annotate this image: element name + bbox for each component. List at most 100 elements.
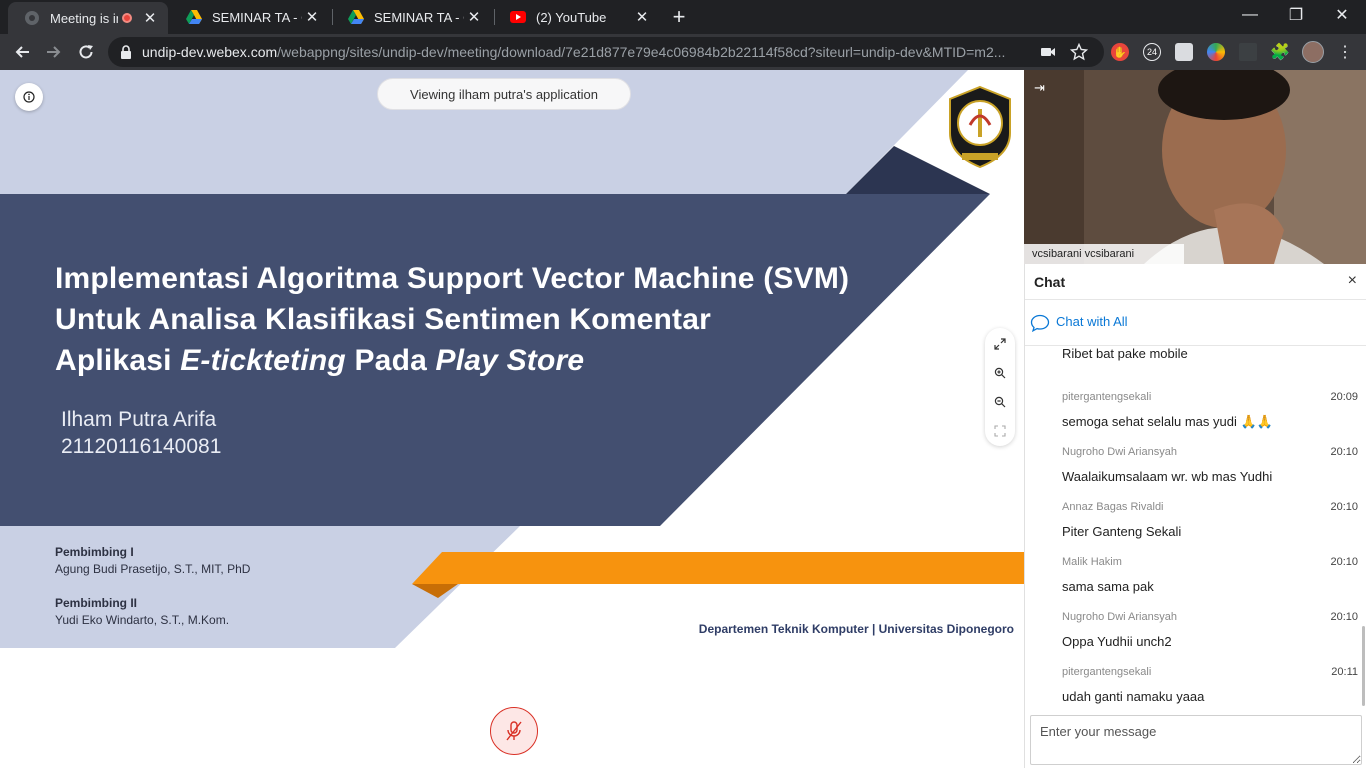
browser-tab-bar: Meeting is in p ✕ SEMINAR TA - Goo ✕ SEM… bbox=[0, 0, 1366, 34]
recording-indicator-icon bbox=[122, 13, 132, 23]
supervisor-1-name: Agung Budi Prasetijo, S.T., MIT, PhD bbox=[55, 562, 251, 576]
fit-to-screen-icon[interactable] bbox=[992, 423, 1008, 439]
message-text: udah ganti namaku yaaa bbox=[1062, 689, 1205, 704]
chat-recipient-label: Chat with All bbox=[1056, 314, 1128, 329]
close-tab-icon[interactable]: ✕ bbox=[140, 9, 160, 27]
message-text: Oppa Yudhii unch2 bbox=[1062, 634, 1172, 649]
close-window-button[interactable]: ✕ bbox=[1319, 0, 1365, 30]
message-sender: Nugroho Dwi Ariansyah bbox=[1062, 611, 1177, 623]
message-time: 20:09 bbox=[1330, 391, 1358, 403]
message-text: sama sama pak bbox=[1062, 579, 1154, 594]
close-chat-button[interactable]: × bbox=[1348, 272, 1357, 290]
webex-icon bbox=[24, 10, 40, 26]
participant-video: ⇥ vcsibarani vcsibarani bbox=[1024, 70, 1366, 264]
title-fragment: Pada bbox=[345, 344, 436, 377]
chat-title: Chat bbox=[1034, 274, 1066, 290]
arrow-left-icon bbox=[15, 46, 29, 58]
browser-toolbar: undip-dev.webex.com/webappng/sites/undip… bbox=[0, 34, 1366, 70]
zoom-controls bbox=[985, 328, 1015, 446]
chat-bubble-icon bbox=[1030, 314, 1050, 337]
video-frame bbox=[1024, 70, 1366, 264]
chat-message: Annaz Bagas Rivaldi 20:10 Piter Ganteng … bbox=[1062, 501, 1358, 539]
close-tab-icon[interactable]: ✕ bbox=[302, 8, 322, 26]
zoom-in-icon[interactable] bbox=[992, 365, 1008, 381]
tab-meeting[interactable]: Meeting is in p ✕ bbox=[8, 2, 168, 34]
shared-content-stage: Implementasi Algoritma Support Vector Ma… bbox=[0, 70, 1024, 768]
forward-button[interactable] bbox=[40, 38, 68, 66]
extension-color-icon[interactable] bbox=[1207, 43, 1225, 61]
new-tab-button[interactable]: + bbox=[668, 4, 690, 30]
message-text: Waalaikumsalaam wr. wb mas Yudhi bbox=[1062, 469, 1273, 484]
expand-view-icon[interactable] bbox=[992, 336, 1008, 352]
viewing-application-banner: Viewing ilham putra's application bbox=[377, 78, 631, 110]
chat-message: Malik Hakim 20:10 sama sama pak bbox=[1062, 556, 1358, 594]
profile-avatar[interactable] bbox=[1302, 41, 1324, 63]
message-text: semoga sehat selalu mas yudi 🙏🙏 bbox=[1062, 414, 1273, 429]
message-sender: Nugroho Dwi Ariansyah bbox=[1062, 446, 1177, 458]
chat-message: Nugroho Dwi Ariansyah 20:10 Oppa Yudhii … bbox=[1062, 611, 1358, 649]
extensions-puzzle-icon[interactable]: 🧩 bbox=[1270, 43, 1290, 61]
back-button[interactable] bbox=[8, 38, 36, 66]
google-drive-icon bbox=[348, 9, 364, 25]
department-footer: Departemen Teknik Komputer | Universitas… bbox=[698, 622, 1014, 636]
url-path: /webappng/sites/undip-dev/meeting/downlo… bbox=[277, 44, 1006, 60]
tab-title: Meeting is in p bbox=[50, 10, 118, 26]
info-icon bbox=[23, 91, 35, 103]
address-bar[interactable]: undip-dev.webex.com/webappng/sites/undip… bbox=[108, 37, 1104, 67]
menu-kebab-icon[interactable]: ⋮ bbox=[1336, 43, 1354, 61]
presentation-slide: Implementasi Algoritma Support Vector Ma… bbox=[0, 70, 1024, 648]
chat-message: Ribet bat pake mobile bbox=[1062, 346, 1358, 361]
chat-message-list: Ribet bat pake mobile pitergantengsekali… bbox=[1025, 346, 1366, 714]
tab-youtube[interactable]: (2) YouTube ✕ bbox=[494, 0, 660, 34]
extension-counter-icon[interactable]: 24 bbox=[1143, 43, 1161, 61]
tab-seminar-2[interactable]: SEMINAR TA - Goo ✕ bbox=[332, 0, 492, 34]
message-time: 20:11 bbox=[1331, 666, 1358, 678]
message-sender: pitergantengsekali bbox=[1062, 666, 1152, 678]
tab-title: (2) YouTube bbox=[536, 9, 607, 25]
google-drive-icon bbox=[186, 9, 202, 25]
chat-message: pitergantengsekali 20:09 semoga sehat se… bbox=[1062, 391, 1358, 430]
title-emphasis: Play Store bbox=[435, 344, 585, 377]
bookmark-star-icon[interactable] bbox=[1069, 42, 1089, 66]
message-time: 20:10 bbox=[1330, 611, 1358, 623]
close-tab-icon[interactable]: ✕ bbox=[632, 8, 652, 26]
chat-recipient-selector[interactable]: Chat with All bbox=[1025, 300, 1366, 346]
extension-reader-icon[interactable] bbox=[1239, 43, 1257, 61]
supervisor-2-name: Yudi Eko Windarto, S.T., M.Kom. bbox=[55, 613, 230, 627]
zoom-out-icon[interactable] bbox=[992, 394, 1008, 410]
slide-title-line-3: Aplikasi E-tickteting Pada Play Store bbox=[55, 340, 849, 381]
restore-window-button[interactable]: ❐ bbox=[1273, 0, 1319, 30]
meeting-info-button[interactable] bbox=[15, 83, 43, 111]
author-name: Ilham Putra Arifa bbox=[61, 408, 217, 431]
extension-stop-icon[interactable]: ✋ bbox=[1111, 43, 1129, 61]
supervisor-2-heading: Pembimbing II bbox=[55, 596, 138, 610]
close-tab-icon[interactable]: ✕ bbox=[464, 8, 484, 26]
tab-title: SEMINAR TA - Goo bbox=[212, 9, 302, 25]
message-text: Piter Ganteng Sekali bbox=[1062, 524, 1182, 539]
collapse-panel-icon[interactable]: ⇥ bbox=[1034, 80, 1045, 96]
tab-title: SEMINAR TA - Goo bbox=[374, 9, 464, 25]
chat-message: Nugroho Dwi Ariansyah 20:10 Waalaikumsal… bbox=[1062, 446, 1358, 484]
reload-icon bbox=[79, 45, 93, 59]
message-time: 20:10 bbox=[1330, 446, 1358, 458]
supervisor-1-heading: Pembimbing I bbox=[55, 545, 134, 559]
chat-message-input[interactable] bbox=[1030, 715, 1362, 765]
message-sender: pitergantengsekali bbox=[1062, 391, 1152, 403]
mute-microphone-button[interactable] bbox=[490, 707, 538, 755]
chat-header: Chat × bbox=[1025, 264, 1366, 300]
chat-scrollbar[interactable] bbox=[1362, 626, 1365, 706]
microphone-muted-icon bbox=[506, 721, 522, 741]
chat-message: pitergantengsekali 20:11 udah ganti nama… bbox=[1062, 666, 1358, 704]
slide-title-line-2: Untuk Analisa Klasifikasi Sentimen Komen… bbox=[55, 303, 712, 336]
university-logo bbox=[948, 85, 1012, 169]
slide-title: Implementasi Algoritma Support Vector Ma… bbox=[55, 258, 849, 381]
slide-title-line-1: Implementasi Algoritma Support Vector Ma… bbox=[55, 262, 850, 295]
minimize-window-button[interactable]: — bbox=[1227, 0, 1273, 30]
reload-button[interactable] bbox=[72, 38, 100, 66]
lock-icon bbox=[120, 45, 132, 59]
url-text: undip-dev.webex.com/webappng/sites/undip… bbox=[142, 44, 1032, 60]
camera-blocked-icon[interactable] bbox=[1040, 44, 1056, 65]
extension-cube-icon[interactable] bbox=[1175, 43, 1193, 61]
tab-seminar-1[interactable]: SEMINAR TA - Goo ✕ bbox=[170, 0, 330, 34]
message-time: 20:10 bbox=[1330, 501, 1358, 513]
